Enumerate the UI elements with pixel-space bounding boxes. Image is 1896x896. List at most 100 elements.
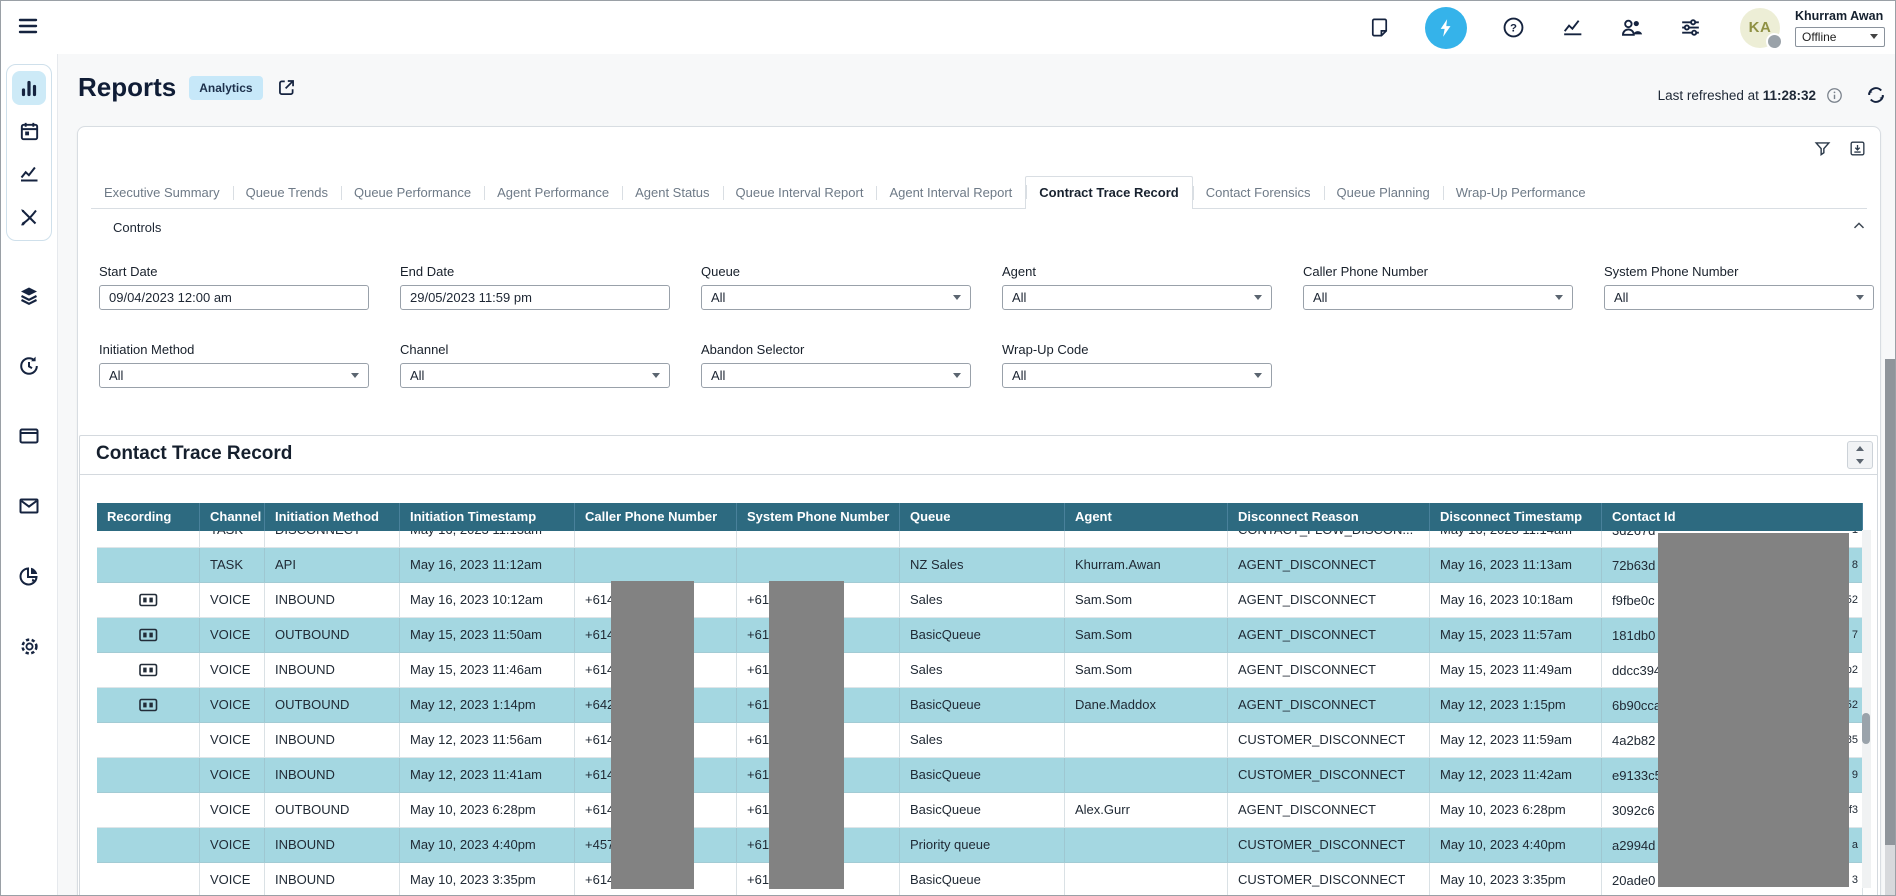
filter-button[interactable] — [1812, 140, 1832, 160]
select-channel[interactable]: All — [400, 363, 670, 388]
sidebar-item-layers[interactable] — [12, 279, 46, 313]
table-row: VOICEOUTBOUNDMay 15, 2023 11:50am+614+61… — [97, 618, 1863, 653]
sidebar-item-trend[interactable] — [12, 157, 46, 191]
stepper-up-button[interactable] — [1848, 442, 1872, 455]
chevron-down-icon — [953, 373, 961, 378]
field-end-date: End Date29/05/2023 11:59 pm — [400, 264, 670, 310]
field-value-agent: All — [1012, 290, 1026, 305]
topbar-lightning-icon[interactable] — [1425, 7, 1467, 49]
topbar-notes-icon[interactable] — [1366, 15, 1392, 41]
cell-disconnect-timestamp: May 15, 2023 11:57am — [1430, 618, 1602, 652]
sidebar-item-pie-chart[interactable] — [12, 559, 46, 593]
sidebar-items — [12, 279, 46, 663]
tab-executive-summary[interactable]: Executive Summary — [91, 178, 233, 208]
table-row: VOICEOUTBOUNDMay 10, 2023 6:28pm+614+612… — [97, 793, 1863, 828]
table-row: VOICEINBOUNDMay 15, 2023 11:46am+614+612… — [97, 653, 1863, 688]
analytics-badge[interactable]: Analytics — [189, 76, 262, 100]
refresh-icon[interactable] — [1865, 84, 1887, 106]
external-link-icon[interactable] — [276, 77, 298, 99]
select-agent[interactable]: All — [1002, 285, 1272, 310]
last-refreshed-time: 11:28:32 — [1763, 88, 1816, 103]
contact-id-fragment: 20ade0 — [1612, 864, 1655, 896]
calendar-icon — [18, 120, 41, 143]
cell-disconnect-reason: AGENT_DISCONNECT — [1228, 688, 1430, 722]
gear-icon — [18, 635, 41, 658]
recording-icon[interactable] — [139, 628, 158, 642]
field-channel: ChannelAll — [400, 342, 670, 388]
column-header-caller-phone-number: Caller Phone Number — [575, 503, 737, 531]
sidebar-item-window[interactable] — [12, 419, 46, 453]
contact-trace-panel: Contact Trace Record RecordingChannelIni… — [79, 435, 1878, 896]
contacts-icon — [1619, 15, 1644, 40]
stepper-down-button[interactable] — [1848, 455, 1872, 468]
cell-disconnect-timestamp: May 16, 2023 11:13am — [1430, 548, 1602, 582]
cell-initiation-timestamp: May 10, 2023 6:28pm — [400, 793, 575, 827]
field-agent: AgentAll — [1002, 264, 1272, 310]
cell-queue — [900, 531, 1065, 547]
select-system-phone-number[interactable]: All — [1604, 285, 1874, 310]
cell-disconnect-reason: CUSTOMER_DISCONNECT — [1228, 828, 1430, 862]
recording-icon[interactable] — [139, 593, 158, 607]
recording-icon[interactable] — [139, 698, 158, 712]
filter-icon — [1813, 139, 1832, 161]
select-initiation-method[interactable]: All — [99, 363, 369, 388]
topbar-help-icon[interactable]: ? — [1500, 15, 1526, 41]
column-header-queue: Queue — [900, 503, 1065, 531]
input-start-date[interactable]: 09/04/2023 12:00 am — [99, 285, 369, 310]
topbar-metrics-icon[interactable] — [1559, 15, 1585, 41]
cell-channel: VOICE — [200, 653, 265, 687]
mail-icon — [17, 494, 41, 518]
sidebar-item-history[interactable] — [12, 349, 46, 383]
column-header-recording: Recording — [97, 503, 200, 531]
tab-agent-status[interactable]: Agent Status — [622, 178, 722, 208]
input-end-date[interactable]: 29/05/2023 11:59 pm — [400, 285, 670, 310]
field-system-phone-number: System Phone NumberAll — [1604, 264, 1874, 310]
tab-queue-interval-report[interactable]: Queue Interval Report — [723, 178, 877, 208]
select-wrap-up-code[interactable]: All — [1002, 363, 1272, 388]
field-value-abandon-selector: All — [711, 368, 725, 383]
sidebar-item-bar-chart[interactable] — [12, 71, 46, 105]
sidebar-item-calendar[interactable] — [12, 114, 46, 148]
layers-icon — [17, 284, 41, 308]
cell-initiation-method: INBOUND — [265, 828, 400, 862]
tab-contract-trace-record[interactable]: Contract Trace Record — [1025, 176, 1192, 209]
tab-agent-performance[interactable]: Agent Performance — [484, 178, 622, 208]
download-button[interactable] — [1847, 140, 1867, 160]
tab-wrap-up-performance[interactable]: Wrap-Up Performance — [1443, 178, 1599, 208]
controls-collapse-button[interactable] — [1850, 217, 1868, 238]
app-window: ? KA Khurram Awan Offline Reports Analyt… — [0, 0, 1896, 896]
tab-queue-performance[interactable]: Queue Performance — [341, 178, 484, 208]
cell-initiation-timestamp: May 12, 2023 11:56am — [400, 723, 575, 757]
tab-queue-planning[interactable]: Queue Planning — [1324, 178, 1443, 208]
tab-queue-trends[interactable]: Queue Trends — [233, 178, 341, 208]
field-label-abandon-selector: Abandon Selector — [701, 342, 971, 357]
table-scrollbar-thumb[interactable] — [1862, 713, 1870, 744]
field-caller-phone-number: Caller Phone NumberAll — [1303, 264, 1573, 310]
info-icon[interactable] — [1825, 86, 1844, 105]
contact-id-fragment: 3d267d — [1612, 531, 1655, 547]
select-caller-phone-number[interactable]: All — [1303, 285, 1573, 310]
history-icon — [17, 354, 41, 378]
agent-status-select[interactable]: Offline — [1795, 27, 1885, 47]
contact-id-tail: 1 — [1852, 531, 1858, 547]
select-abandon-selector[interactable]: All — [701, 363, 971, 388]
cell-initiation-timestamp: May 15, 2023 11:46am — [400, 653, 575, 687]
cell-queue: Sales — [900, 583, 1065, 617]
topbar-contacts-icon[interactable] — [1618, 15, 1644, 41]
select-queue[interactable]: All — [701, 285, 971, 310]
sidebar-item-gear[interactable] — [12, 629, 46, 663]
recording-icon[interactable] — [139, 663, 158, 677]
tab-contact-forensics[interactable]: Contact Forensics — [1193, 178, 1324, 208]
cell-channel: VOICE — [200, 688, 265, 722]
sidebar-item-design[interactable] — [12, 200, 46, 234]
page-scrollbar-thumb[interactable] — [1885, 359, 1896, 845]
column-header-disconnect-timestamp: Disconnect Timestamp — [1430, 503, 1602, 531]
table-row: TASKDISCONNECTMay 16, 2023 11:13amCONTAC… — [97, 531, 1863, 548]
avatar[interactable]: KA — [1740, 8, 1780, 48]
hamburger-menu-button[interactable] — [15, 14, 41, 40]
redaction-box-contact-id — [1658, 533, 1849, 887]
topbar-settings-sliders-icon[interactable] — [1677, 15, 1703, 41]
sidebar-item-mail[interactable] — [12, 489, 46, 523]
cell-initiation-method: OUTBOUND — [265, 793, 400, 827]
tab-agent-interval-report[interactable]: Agent Interval Report — [876, 178, 1025, 208]
